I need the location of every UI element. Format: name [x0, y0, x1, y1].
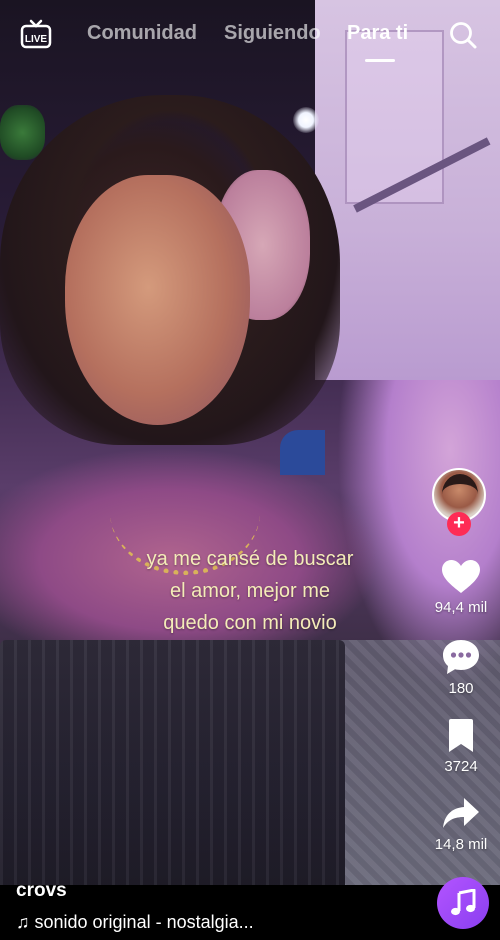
share-arrow-icon — [443, 798, 479, 828]
sound-disc-button[interactable] — [437, 877, 489, 929]
like-button[interactable]: 94,4 mil — [425, 559, 497, 616]
video-caption: ya me cansé de buscar el amor, mejor me … — [90, 543, 410, 639]
comment-button[interactable]: 180 — [425, 638, 497, 697]
caption-line: el amor, mejor me — [169, 580, 331, 602]
share-count: 14,8 mil — [434, 836, 488, 853]
bookmark-icon — [449, 719, 473, 752]
tab-para-ti[interactable]: Para ti — [347, 22, 408, 45]
active-tab-indicator — [365, 59, 395, 62]
sound-info[interactable]: ♫ sonido original - nostalgia... — [16, 912, 254, 933]
caption-line: ya me cansé de buscar — [146, 548, 354, 570]
comment-icon — [443, 640, 479, 674]
music-note-icon — [451, 889, 476, 916]
top-navigation: LIVE Comunidad Siguiendo Para ti — [0, 0, 500, 70]
live-tv-icon: LIVE — [20, 19, 52, 49]
creator-username[interactable]: crovs — [16, 880, 67, 902]
share-button[interactable]: 14,8 mil — [425, 796, 497, 853]
save-count: 3724 — [444, 758, 478, 775]
search-icon — [450, 22, 477, 49]
caption-line: quedo con mi novio — [163, 612, 337, 634]
person-face — [65, 175, 250, 425]
comment-count: 180 — [448, 680, 474, 697]
avatar-hair — [442, 474, 478, 514]
background-tree — [0, 105, 45, 160]
street-lamp — [293, 107, 319, 133]
search-button[interactable] — [448, 20, 478, 50]
background-awning — [280, 430, 325, 475]
tab-comunidad[interactable]: Comunidad — [87, 22, 197, 45]
follow-button[interactable]: + — [447, 512, 471, 536]
tab-siguiendo[interactable]: Siguiendo — [224, 22, 321, 45]
like-count: 94,4 mil — [434, 599, 488, 616]
heart-icon — [442, 560, 480, 593]
save-button[interactable]: 3724 — [425, 718, 497, 775]
person-top — [0, 640, 345, 885]
live-button[interactable]: LIVE — [20, 18, 52, 50]
live-label: LIVE — [25, 34, 48, 45]
